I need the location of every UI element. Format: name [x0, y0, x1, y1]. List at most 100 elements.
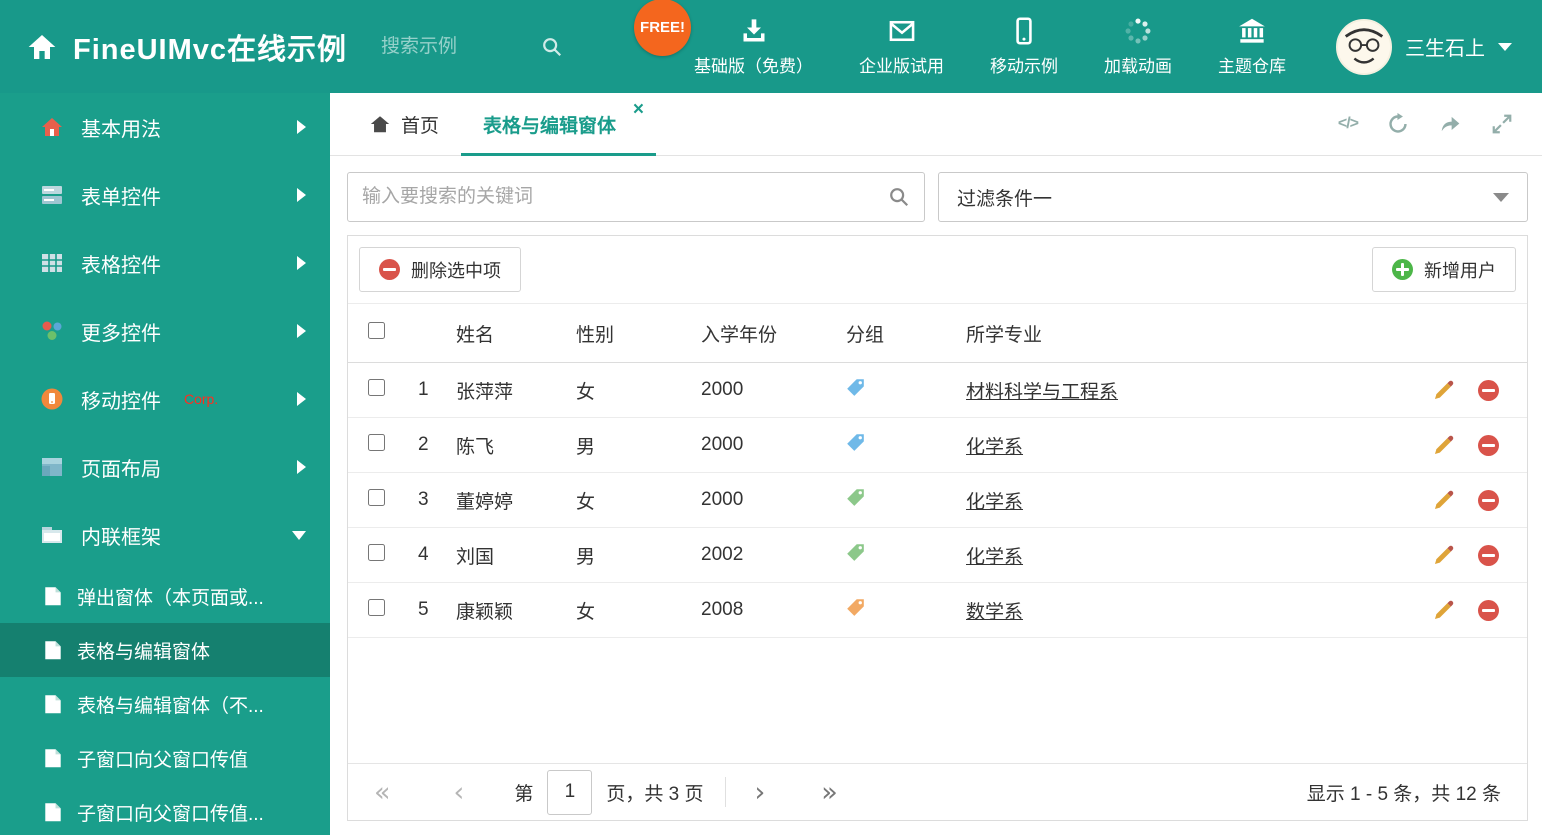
- sidebar-item-label: 移动控件: [81, 390, 161, 413]
- share-icon[interactable]: [1438, 112, 1462, 136]
- user-menu[interactable]: 三生石上: [1336, 18, 1542, 75]
- first-page-icon[interactable]: «: [374, 779, 391, 806]
- delete-row-icon[interactable]: [1478, 544, 1499, 566]
- sidebar-subitem-label: 弹出窗体（本页面或...: [77, 587, 264, 609]
- sidebar-item-more-controls[interactable]: 更多控件: [0, 297, 330, 365]
- sidebar-subitem-popup-window[interactable]: 弹出窗体（本页面或...: [0, 569, 330, 623]
- page-number-input[interactable]: [547, 769, 593, 815]
- row-checkbox[interactable]: [368, 598, 385, 616]
- tab-home[interactable]: 首页: [347, 93, 461, 155]
- filter-dropdown[interactable]: 过滤条件一: [938, 172, 1528, 222]
- tab-label: 表格与编辑窗体: [483, 115, 617, 137]
- download-icon: [740, 17, 768, 45]
- home-icon: [26, 31, 58, 63]
- close-icon[interactable]: ×: [633, 100, 644, 119]
- pagination-bar: « ‹ 第 页，共 3 页 › » 显示 1 - 5 条，共 12 条: [348, 763, 1527, 820]
- cell-year: 2000: [701, 434, 744, 455]
- avatar: [1336, 18, 1392, 75]
- sidebar-subitem-child-to-parent[interactable]: 子窗口向父窗口传值: [0, 731, 330, 785]
- corp-badge: Corp.: [184, 391, 219, 407]
- keyword-search-input[interactable]: [362, 186, 888, 208]
- sidebar: 基本用法 表单控件 表格控件 更多控件 移动控件 Corp. 页面布局 内联框架…: [0, 93, 330, 835]
- prev-page-icon[interactable]: ‹: [454, 779, 465, 806]
- major-link[interactable]: 化学系: [966, 437, 1023, 458]
- file-icon: [44, 748, 62, 769]
- delete-row-icon[interactable]: [1478, 379, 1499, 401]
- house-icon: [40, 115, 64, 139]
- delete-selected-label: 删除选中项: [411, 260, 501, 281]
- row-checkbox[interactable]: [368, 433, 385, 451]
- nav-basic-free[interactable]: FREE! 基础版（免费）: [634, 0, 813, 77]
- search-icon[interactable]: [888, 186, 910, 208]
- keyword-searchbox: [347, 172, 925, 222]
- major-link[interactable]: 化学系: [966, 547, 1023, 568]
- cell-gender: 女: [576, 381, 596, 403]
- next-page-icon[interactable]: ›: [754, 779, 765, 806]
- row-checkbox[interactable]: [368, 378, 385, 396]
- delete-row-icon[interactable]: [1478, 489, 1499, 511]
- last-page-icon[interactable]: »: [821, 779, 838, 806]
- sidebar-item-page-layout[interactable]: 页面布局: [0, 433, 330, 501]
- edit-icon[interactable]: [1433, 545, 1454, 566]
- page-label-suffix: 页，共 3 页: [606, 783, 704, 805]
- row-checkbox[interactable]: [368, 488, 385, 506]
- table-icon: [40, 251, 64, 275]
- major-link[interactable]: 材料科学与工程系: [966, 382, 1118, 403]
- free-badge: FREE!: [634, 0, 692, 56]
- chevron-right-icon: [297, 120, 306, 134]
- edit-icon[interactable]: [1433, 435, 1454, 456]
- sidebar-item-form-controls[interactable]: 表单控件: [0, 161, 330, 229]
- nav-enterprise-trial[interactable]: 企业版试用: [859, 17, 944, 77]
- nav-mobile-demo[interactable]: 移动示例: [990, 16, 1059, 77]
- header-search-input[interactable]: [381, 35, 542, 58]
- iframe-icon: [40, 523, 64, 547]
- sidebar-item-inline-frame[interactable]: 内联框架: [0, 501, 330, 569]
- select-all-checkbox[interactable]: [368, 321, 385, 339]
- sidebar-item-label: 表单控件: [81, 186, 161, 209]
- sidebar-subitem-grid-edit-window[interactable]: 表格与编辑窗体: [0, 623, 330, 677]
- plus-circle-icon: [1392, 259, 1413, 280]
- delete-row-icon[interactable]: [1478, 599, 1499, 621]
- sidebar-item-grid-controls[interactable]: 表格控件: [0, 229, 330, 297]
- sidebar-item-basic-usage[interactable]: 基本用法: [0, 93, 330, 161]
- nav-loading-animation[interactable]: 加载动画: [1104, 17, 1172, 77]
- sidebar-subitem-label: 子窗口向父窗口传值...: [77, 803, 264, 825]
- nav-theme-store[interactable]: 主题仓库: [1218, 17, 1286, 77]
- row-checkbox[interactable]: [368, 543, 385, 561]
- cell-name: 康颖颖: [456, 601, 514, 623]
- source-code-icon[interactable]: </>: [1338, 112, 1359, 136]
- search-icon[interactable]: [541, 36, 563, 58]
- envelope-icon: [888, 17, 916, 45]
- sidebar-item-label: 表格控件: [81, 254, 161, 277]
- brand[interactable]: FineUIMvc在线示例: [0, 26, 347, 68]
- major-link[interactable]: 化学系: [966, 492, 1023, 513]
- fullscreen-icon[interactable]: [1490, 112, 1514, 136]
- edit-icon[interactable]: [1433, 600, 1454, 621]
- sidebar-subitem-grid-edit-window-2[interactable]: 表格与编辑窗体（不...: [0, 677, 330, 731]
- tab-grid-edit-window[interactable]: 表格与编辑窗体 ×: [461, 93, 657, 156]
- cell-year: 2008: [701, 599, 744, 620]
- nav-label: 企业版试用: [859, 56, 945, 76]
- widgets-icon: [40, 319, 64, 343]
- sidebar-subitem-child-to-parent-2[interactable]: 子窗口向父窗口传值...: [0, 785, 330, 835]
- edit-icon[interactable]: [1433, 490, 1454, 511]
- sidebar-item-mobile-controls[interactable]: 移动控件 Corp.: [0, 365, 330, 433]
- nav-label: 移动示例: [990, 56, 1059, 76]
- edit-icon[interactable]: [1433, 380, 1454, 401]
- delete-selected-button[interactable]: 删除选中项: [359, 247, 521, 292]
- major-link[interactable]: 数学系: [966, 602, 1023, 623]
- cell-year: 2002: [701, 544, 744, 565]
- pager-divider: [725, 777, 727, 807]
- tag-icon: [846, 543, 865, 562]
- mobile-icon: [1010, 16, 1038, 45]
- delete-row-icon[interactable]: [1478, 434, 1499, 456]
- tag-icon: [846, 378, 865, 397]
- main-area: 首页 表格与编辑窗体 × </> 输入要搜索的关键词 过滤条件一 删除选中项 新…: [330, 93, 1542, 835]
- sidebar-item-label: 基本用法: [81, 118, 161, 141]
- table-row: 5 康颖颖 女 2008 数学系: [348, 583, 1527, 638]
- mobile-badge-icon: [40, 387, 64, 411]
- refresh-icon[interactable]: [1386, 112, 1410, 136]
- add-user-button[interactable]: 新增用户: [1372, 247, 1516, 292]
- column-header-gender: 性别: [576, 324, 615, 346]
- cell-name: 董婷婷: [456, 491, 514, 513]
